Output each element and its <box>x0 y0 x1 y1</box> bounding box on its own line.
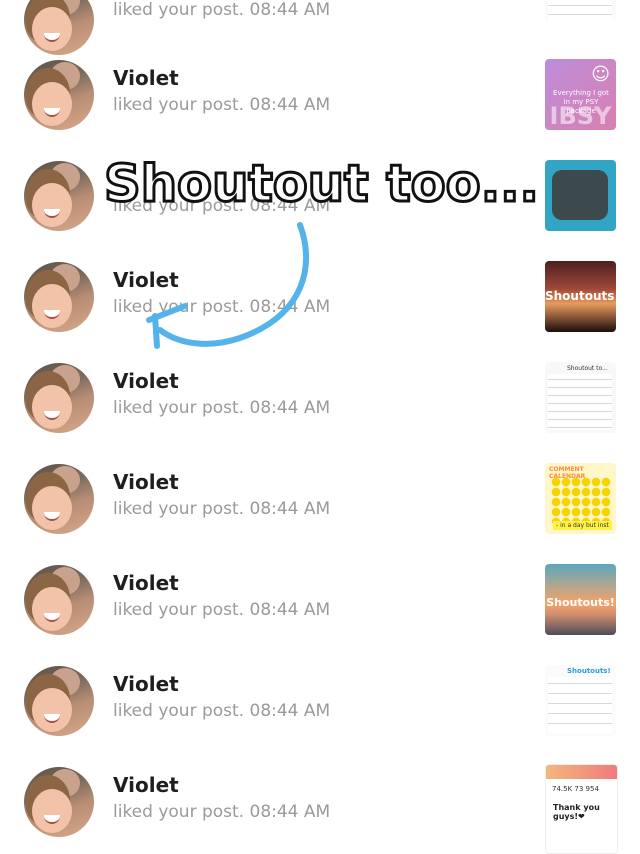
arrow-icon <box>146 222 310 349</box>
notification-text: liked your post. 08:44 AM <box>113 600 331 620</box>
avatar[interactable] <box>24 262 94 332</box>
notification-row[interactable]: Violet liked your post. 08:44 AM Shoutou… <box>0 641 640 742</box>
avatar[interactable] <box>24 767 94 837</box>
avatar[interactable] <box>24 161 94 231</box>
smiley-icon: ☺ <box>591 64 610 85</box>
beach-shoutouts-icon[interactable]: Shoutouts! <box>545 564 616 635</box>
notification-text: liked your post. 08:44 AM <box>113 499 331 519</box>
notification-row[interactable]: Violet liked your post. 08:44 AM Shoutou… <box>0 237 640 338</box>
notification-row[interactable]: Violet liked your post. 08:44 AM COMMENT… <box>0 439 640 540</box>
avatar[interactable] <box>24 464 94 534</box>
shoutout-list-blue-icon[interactable]: Shoutouts! <box>545 665 616 736</box>
sunset-shoutouts-icon[interactable]: Shoutouts! <box>545 261 616 332</box>
user-name[interactable]: Violet <box>113 571 179 595</box>
avatar[interactable] <box>24 60 94 130</box>
notification-row[interactable]: Violet liked your post. 08:44 AM 74.5K 7… <box>0 742 640 854</box>
avatar[interactable] <box>24 666 94 736</box>
notification-row[interactable]: Violet liked your post. 08:44 AM ☺ Every… <box>0 35 640 136</box>
user-name[interactable]: Violet <box>113 470 179 494</box>
profile-thanks-icon[interactable]: 74.5K 73 954 Thank you guys!❤ <box>545 764 618 854</box>
notification-text: liked your post. 08:44 AM <box>113 95 331 115</box>
blue-plate-icon[interactable] <box>545 160 616 231</box>
notification-row[interactable]: Violet liked your post. 08:44 AM Shoutou… <box>0 338 640 439</box>
purple-post-icon[interactable]: ☺ Everything I got in my PSY package IBS… <box>545 59 616 130</box>
notification-list: liked your post. 08:44 AM Violet liked y… <box>0 0 640 854</box>
notification-text: liked your post. 08:44 AM <box>113 0 331 20</box>
shoutout-list-icon[interactable]: Shoutout to... <box>545 362 616 433</box>
notification-text: liked your post. 08:44 AM <box>113 398 331 418</box>
user-name[interactable]: Violet <box>113 369 179 393</box>
overlay-caption: Shoutout too... <box>103 154 541 216</box>
avatar[interactable] <box>24 363 94 433</box>
notification-text: liked your post. 08:44 AM <box>113 802 331 822</box>
notification-text: liked your post. 08:44 AM <box>113 701 331 721</box>
user-name[interactable]: Violet <box>113 672 179 696</box>
list-screenshot-icon[interactable] <box>545 0 616 20</box>
comment-calendar-icon[interactable]: COMMENT CALENDAR - in a day but inst <box>545 463 616 534</box>
user-name[interactable]: Violet <box>113 66 179 90</box>
avatar[interactable] <box>24 565 94 635</box>
notification-row[interactable]: Violet liked your post. 08:44 AM Shoutou… <box>0 540 640 641</box>
user-name[interactable]: Violet <box>113 773 179 797</box>
